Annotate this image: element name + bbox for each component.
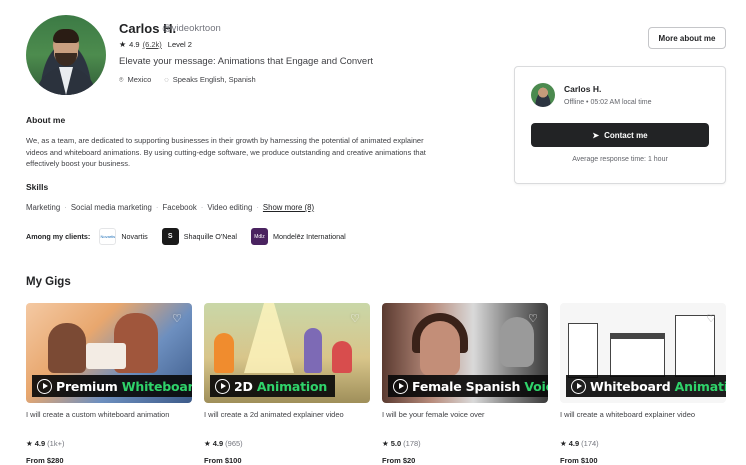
contact-avatar [531,83,555,107]
rating-value: 4.9 [129,40,140,49]
gig-price: From $100 [560,456,598,465]
gig-thumbnail[interactable]: ♡ Premium Whiteboard [26,303,192,403]
skills-title: Skills [26,182,49,192]
profile-avatar[interactable] [26,15,106,95]
skill-tag[interactable]: Video editing [207,203,252,212]
profile-rating: ★ 4.9 (6.2k) Level 2 [119,40,192,49]
location: ⌾ Mexico [119,75,152,84]
gig-card[interactable]: ♡ 2D Animation I will create a 2d animat… [204,303,370,465]
play-icon[interactable] [215,378,230,394]
gig-price: From $280 [26,456,64,465]
star-icon: ★ [26,439,33,448]
gig-banner: Whiteboard Animation [566,375,726,397]
about-text: We, as a team, are dedicated to supporti… [26,136,426,168]
send-icon: ➤ [592,130,600,140]
star-icon: ★ [560,439,567,448]
skill-tag[interactable]: Marketing [26,203,60,212]
rating-count[interactable]: (6.2k) [143,40,162,49]
gig-rating: ★ 4.9 (1k+) [26,439,65,448]
more-about-me-button[interactable]: More about me [648,27,726,49]
gig-thumbnail[interactable]: ♡ Female Spanish Voice [382,303,548,403]
chat-bubble-icon: ◌ [164,75,169,84]
gig-banner: 2D Animation [210,375,336,397]
gig-rating: ★ 4.9 (965) [204,439,243,448]
star-icon: ★ [204,439,211,448]
seller-level: Level 2 [167,40,192,49]
novartis-logo: Novartis [99,228,117,245]
heart-icon[interactable]: ♡ [704,311,718,325]
client-novartis: Novartis Novartis [99,228,148,245]
skill-tag[interactable]: Social media marketing [71,203,152,212]
gig-banner: Premium Whiteboard [32,375,192,397]
shaquille-logo: S [161,228,179,245]
contact-status: Offline • 05:02 AM local time [564,99,652,106]
play-icon[interactable] [37,378,52,394]
contact-me-label: Contact me [604,130,648,140]
response-time: Average response time: 1 hour [572,156,668,163]
play-icon[interactable] [393,378,408,394]
clients-label: Among my clients: [26,232,91,241]
gig-title[interactable]: I will create a 2d animated explainer vi… [204,410,370,432]
profile-handle: @videokrtoon [162,23,221,34]
gig-price: From $100 [204,456,242,465]
show-more-skills-link[interactable]: Show more (8) [263,203,314,212]
gig-banner: Female Spanish Voice [388,375,548,397]
profile-meta: ⌾ Mexico ◌ Speaks English, Spanish [119,75,256,85]
gig-price: From $20 [382,456,416,465]
about-title: About me [26,115,66,125]
profile-tagline: Elevate your message: Animations that En… [119,56,374,67]
heart-icon[interactable]: ♡ [526,311,540,325]
star-icon: ★ [119,40,127,49]
contact-name: Carlos H. [564,84,602,94]
heart-icon[interactable]: ♡ [170,311,184,325]
languages: ◌ Speaks English, Spanish [164,75,256,84]
client-mondelez: Mdlz Mondelēz International [251,228,346,245]
gig-title[interactable]: I will be your female voice over [382,410,548,432]
client-shaquille: S Shaquille O'Neal [161,228,237,245]
mondelez-logo: Mdlz [251,228,269,245]
gig-rating: ★ 4.9 (174) [560,439,599,448]
gig-title[interactable]: I will create a custom whiteboard animat… [26,410,192,432]
play-icon[interactable] [571,378,586,394]
gig-card[interactable]: ♡ Whiteboard Animation I will create a w… [560,303,726,465]
gigs-title: My Gigs [26,276,71,288]
contact-me-button[interactable]: ➤ Contact me [531,123,709,147]
gig-card[interactable]: ♡ Premium Whiteboard I will create a cus… [26,303,192,465]
skill-tag[interactable]: Facebook [163,203,197,212]
heart-icon[interactable]: ♡ [348,311,362,325]
gig-rating: ★ 5.0 (178) [382,439,421,448]
location-pin-icon: ⌾ [119,75,124,84]
gig-thumbnail[interactable]: ♡ 2D Animation [204,303,370,403]
gig-card[interactable]: ♡ Female Spanish Voice I will be your fe… [382,303,548,465]
skills-list: Marketing · Social media marketing · Faceb… [26,203,315,212]
star-icon: ★ [382,439,389,448]
gig-title[interactable]: I will create a whiteboard explainer vid… [560,410,726,432]
contact-card: Carlos H. Offline • 05:02 AM local time … [514,66,726,184]
gig-thumbnail[interactable]: ♡ Whiteboard Animation [560,303,726,403]
clients-row: Among my clients: Novartis Novartis S Sh… [26,228,360,245]
